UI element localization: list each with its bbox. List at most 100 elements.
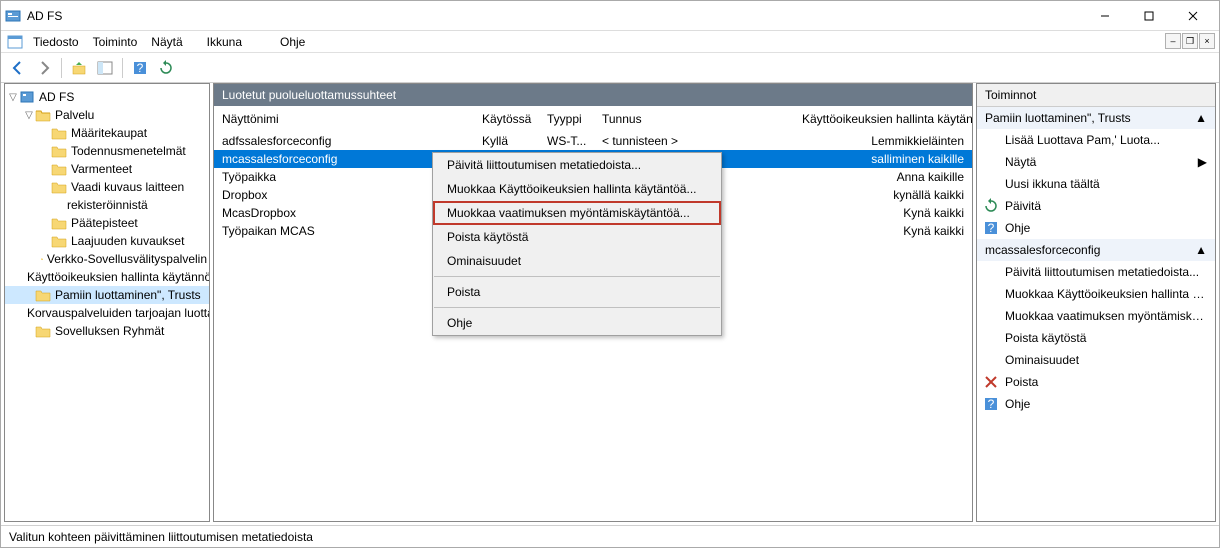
- action-link[interactable]: Muokkaa vaatimuksen myöntämiskäytäntöä..…: [977, 305, 1215, 327]
- tree-toggle-icon[interactable]: ▽: [7, 92, 19, 103]
- col-header-id[interactable]: Tunnus: [594, 110, 794, 128]
- back-button[interactable]: [7, 57, 29, 79]
- tree-item[interactable]: Laajuuden kuvaukset: [5, 232, 209, 250]
- show-hide-tree-button[interactable]: [94, 57, 116, 79]
- tree-item-label: Todennusmenetelmät: [71, 144, 186, 158]
- close-button[interactable]: [1171, 2, 1215, 30]
- action-link-label: Päivitä liittoutumisen metatiedoista...: [1005, 265, 1199, 279]
- menu-näytä[interactable]: Näytä: [145, 33, 188, 51]
- up-button[interactable]: [68, 57, 90, 79]
- forward-button[interactable]: [33, 57, 55, 79]
- action-link-label: Poista käytöstä: [1005, 331, 1086, 345]
- context-menu-item[interactable]: Ohje: [433, 311, 721, 335]
- tree-item-label: Verkko-Sovellusvälityspalvelin: [47, 252, 207, 266]
- list-row[interactable]: adfssalesforceconfigKylläWS-T...< tunnis…: [214, 132, 972, 150]
- col-header-access[interactable]: Käyttöoikeuksien hallinta käytäntö: [794, 110, 972, 128]
- help-button[interactable]: ?: [129, 57, 151, 79]
- tree-item[interactable]: Korvauspalveluiden tarjoajan luottamus: [5, 304, 209, 322]
- tree-item-label: rekisteröinnistä: [67, 198, 148, 212]
- actions-pane: Toiminnot Pamiin luottaminen", Trusts ▲ …: [976, 83, 1216, 522]
- menu-ikkuna[interactable]: Ikkuna: [201, 33, 248, 51]
- action-link[interactable]: Päivitä: [977, 195, 1215, 217]
- maximize-button[interactable]: [1127, 2, 1171, 30]
- col-header-name[interactable]: Näyttönimi: [214, 110, 474, 128]
- tree-item-label: Pamiin luottaminen", Trusts: [55, 288, 201, 302]
- tree-pane[interactable]: ▽ AD FS ▽ Palvelu Määritekaupat Todennus…: [4, 83, 210, 522]
- tree-item[interactable]: Pamiin luottaminen", Trusts: [5, 286, 209, 304]
- tree-item-label: Palvelu: [55, 108, 94, 122]
- tree-item[interactable]: Verkko-Sovellusvälityspalvelin: [5, 250, 209, 268]
- collapse-icon: ▲: [1195, 243, 1207, 257]
- mdi-close-button[interactable]: ×: [1199, 33, 1215, 49]
- tree-item-label: Korvauspalveluiden tarjoajan luottamus: [27, 306, 210, 320]
- action-link-label: Uusi ikkuna täältä: [1005, 177, 1100, 191]
- action-link-label: Muokkaa vaatimuksen myöntämiskäytäntöä..…: [1005, 309, 1215, 323]
- action-link-label: Muokkaa Käyttöoikeuksien hallinta käytän…: [1005, 287, 1215, 301]
- tree-item[interactable]: Varmenteet: [5, 160, 209, 178]
- context-menu-item[interactable]: Ominaisuudet: [433, 249, 721, 273]
- status-text: Valitun kohteen päivittäminen liittoutum…: [9, 530, 313, 544]
- tree-item-label: AD FS: [39, 90, 74, 104]
- mmc-icon: [7, 34, 23, 50]
- refresh-button[interactable]: [155, 57, 177, 79]
- tree-item-label: Määritekaupat: [71, 126, 147, 140]
- action-group-1-title: Pamiin luottaminen", Trusts: [985, 111, 1131, 125]
- action-link[interactable]: Muokkaa Käyttöoikeuksien hallinta käytän…: [977, 283, 1215, 305]
- tree-item[interactable]: ▽ Palvelu: [5, 106, 209, 124]
- tree-item[interactable]: Määritekaupat: [5, 124, 209, 142]
- action-link[interactable]: Näytä▶: [977, 151, 1215, 173]
- tree-item[interactable]: Todennusmenetelmät: [5, 142, 209, 160]
- tree-item[interactable]: Sovelluksen Ryhmät: [5, 322, 209, 340]
- col-header-type[interactable]: Tyyppi: [539, 110, 594, 128]
- mdi-restore-button[interactable]: ❐: [1182, 33, 1198, 49]
- action-group-1-header[interactable]: Pamiin luottaminen", Trusts ▲: [977, 107, 1215, 129]
- actions-title: Toiminnot: [977, 84, 1215, 107]
- context-menu[interactable]: Päivitä liittoutumisen metatiedoista...M…: [432, 152, 722, 336]
- tree-item[interactable]: Käyttöoikeuksien hallinta käytännöt: [5, 268, 209, 286]
- tree-toggle-icon[interactable]: ▽: [23, 110, 35, 121]
- action-link[interactable]: Ominaisuudet: [977, 349, 1215, 371]
- action-link[interactable]: ?Ohje: [977, 393, 1215, 415]
- tree-item-label: Sovelluksen Ryhmät: [55, 324, 164, 338]
- minimize-button[interactable]: [1083, 2, 1127, 30]
- tree-item-label: Päätepisteet: [71, 216, 138, 230]
- context-menu-item[interactable]: Päivitä liittoutumisen metatiedoista...: [433, 153, 721, 177]
- context-menu-item[interactable]: Muokkaa Käyttöoikeuksien hallinta käytän…: [433, 177, 721, 201]
- action-link[interactable]: Lisää Luottava Pam,' Luota...: [977, 129, 1215, 151]
- context-menu-separator: [434, 276, 720, 277]
- action-group-2-title: mcassalesforceconfig: [985, 243, 1100, 257]
- context-menu-item[interactable]: Muokkaa vaatimuksen myöntämiskäytäntöä..…: [433, 201, 721, 225]
- context-menu-item[interactable]: Poista: [433, 280, 721, 304]
- tree-item-label: Vaadi kuvaus laitteen: [71, 180, 184, 194]
- collapse-icon: ▲: [1195, 111, 1207, 125]
- menubar: TiedostoToimintoNäytä Ikkuna Ohje – ❐ ×: [1, 31, 1219, 53]
- tree-item[interactable]: Vaadi kuvaus laitteen: [5, 178, 209, 196]
- list-header: Näyttönimi Käytössä Tyyppi Tunnus Käyttö…: [214, 106, 972, 132]
- titlebar: AD FS: [1, 1, 1219, 31]
- action-link[interactable]: Poista käytöstä: [977, 327, 1215, 349]
- tree-item[interactable]: Päätepisteet: [5, 214, 209, 232]
- action-group-2-header[interactable]: mcassalesforceconfig ▲: [977, 239, 1215, 261]
- mdi-minimize-button[interactable]: –: [1165, 33, 1181, 49]
- toolbar: ?: [1, 53, 1219, 83]
- action-link-label: Ohje: [1005, 221, 1030, 235]
- context-menu-item[interactable]: Poista käytöstä: [433, 225, 721, 249]
- tree-item[interactable]: ▽ AD FS: [5, 88, 209, 106]
- tree-item[interactable]: rekisteröinnistä: [5, 196, 209, 214]
- svg-text:?: ?: [137, 61, 144, 75]
- action-link-label: Lisää Luottava Pam,' Luota...: [1005, 133, 1160, 147]
- col-header-enabled[interactable]: Käytössä: [474, 110, 539, 128]
- tree-item-label: Käyttöoikeuksien hallinta käytännöt: [27, 270, 210, 284]
- menu-ohje[interactable]: Ohje: [274, 33, 311, 51]
- action-link[interactable]: Poista: [977, 371, 1215, 393]
- context-menu-separator: [434, 307, 720, 308]
- action-link[interactable]: Uusi ikkuna täältä: [977, 173, 1215, 195]
- action-link-label: Ohje: [1005, 397, 1030, 411]
- action-link[interactable]: Päivitä liittoutumisen metatiedoista...: [977, 261, 1215, 283]
- statusbar: Valitun kohteen päivittäminen liittoutum…: [1, 525, 1219, 547]
- menu-tiedosto[interactable]: Tiedosto: [27, 33, 85, 51]
- menu-toiminto[interactable]: Toiminto: [87, 33, 144, 51]
- window-title: AD FS: [27, 9, 62, 23]
- chevron-right-icon: ▶: [1198, 155, 1207, 169]
- action-link[interactable]: ?Ohje: [977, 217, 1215, 239]
